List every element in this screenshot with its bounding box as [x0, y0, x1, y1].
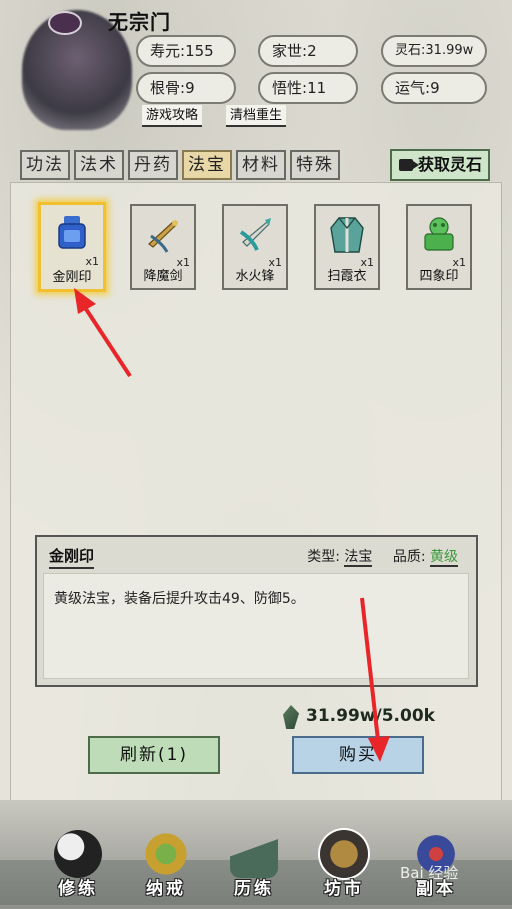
- robe-icon: [330, 217, 364, 253]
- mountain-icon: [230, 830, 278, 878]
- reset-save-link[interactable]: 清档重生: [226, 105, 287, 127]
- stat-label: 根骨: [150, 79, 181, 97]
- sect-emblem-icon: [48, 11, 82, 35]
- get-spirit-stone-button[interactable]: 获取灵石: [390, 149, 490, 181]
- item-name: 金刚印: [52, 270, 92, 285]
- stat-family: 家世:2: [258, 35, 358, 67]
- nav-market[interactable]: 坊市: [312, 830, 376, 900]
- video-camera-icon: [399, 159, 419, 171]
- stat-value: 2: [307, 42, 317, 60]
- stat-lifespan: 寿元:155: [136, 35, 236, 67]
- item-name: 降魔剑: [143, 269, 183, 284]
- game-guide-link[interactable]: 游戏攻略: [142, 105, 203, 127]
- item-detail-panel: 金刚印 类型: 法宝 品质: 黄级 黄级法宝，装备后提升攻击49、防御5。: [35, 535, 478, 687]
- item-name: 水火锋: [235, 269, 275, 284]
- taiji-icon: [54, 830, 102, 878]
- detail-meta: 类型: 法宝 品质: 黄级: [307, 546, 458, 567]
- item-name: 扫霞衣: [327, 269, 367, 284]
- quality-value: 黄级: [430, 549, 458, 567]
- shop-item-water-fire-blade[interactable]: x1 水火锋: [222, 204, 288, 290]
- nav-cultivate[interactable]: 修练: [46, 830, 110, 900]
- tab-spells[interactable]: 法术: [74, 150, 124, 180]
- type-label: 类型:: [307, 549, 340, 565]
- sect-name: 无宗门: [108, 10, 171, 34]
- stat-comprehension: 悟性:11: [258, 72, 358, 104]
- shop-item-demon-sword[interactable]: x1 降魔剑: [130, 204, 196, 290]
- stat-label: 家世: [272, 42, 303, 60]
- stat-label: 灵石: [395, 43, 422, 58]
- refresh-button[interactable]: 刷新(1): [88, 736, 220, 774]
- stat-value: 9: [185, 79, 195, 97]
- nav-training[interactable]: 历练: [222, 830, 286, 900]
- stat-value: 31.99w: [425, 43, 474, 58]
- type-value: 法宝: [344, 549, 373, 567]
- stat-value: 9: [430, 79, 440, 97]
- tab-treasures[interactable]: 法宝: [182, 150, 232, 180]
- item-description: 黄级法宝，装备后提升攻击49、防御5。: [43, 573, 469, 679]
- gold-sword-icon: [148, 220, 178, 253]
- stat-luck: 运气:9: [381, 72, 487, 104]
- tab-special[interactable]: 特殊: [290, 150, 340, 180]
- get-spirit-stone-label: 获取灵石: [418, 155, 483, 174]
- blue-seal-icon: [58, 216, 86, 249]
- ring-icon: [142, 830, 190, 878]
- detail-item-name: 金刚印: [49, 545, 95, 569]
- stat-label: 运气: [395, 79, 426, 97]
- nav-ring[interactable]: 纳戒: [134, 830, 198, 900]
- green-seal-icon: [424, 217, 454, 251]
- tab-techniques[interactable]: 功法: [20, 150, 70, 180]
- quality-label: 品质:: [392, 549, 426, 565]
- stat-value: 155: [185, 42, 214, 60]
- shop-item-vajra-seal[interactable]: x1 金刚印: [38, 202, 106, 292]
- watermark: Bai 经验: [400, 864, 459, 882]
- item-name: 四象印: [419, 269, 459, 284]
- item-cost: 5.00k: [381, 706, 435, 726]
- nav-label: 历练: [234, 879, 274, 899]
- shop-item-cloud-robe[interactable]: x1 扫霞衣: [314, 204, 380, 290]
- stat-value: 11: [307, 79, 327, 97]
- tab-pills[interactable]: 丹药: [128, 150, 178, 180]
- price-display: 31.99w/5.00k: [306, 706, 435, 726]
- stat-bone: 根骨:9: [136, 72, 236, 104]
- category-tabs: 功法 法术 丹药 法宝 材料 特殊: [20, 150, 340, 180]
- stat-label: 悟性: [272, 79, 303, 97]
- stat-spirit-stones: 灵石:31.99w: [381, 35, 487, 67]
- tab-materials[interactable]: 材料: [236, 150, 286, 180]
- shop-item-four-symbols-seal[interactable]: x1 四象印: [406, 204, 472, 290]
- owned-stones: 31.99w: [306, 706, 376, 726]
- stat-label: 寿元: [150, 42, 181, 60]
- nav-label: 纳戒: [146, 879, 186, 899]
- nav-label: 修练: [58, 879, 98, 899]
- buy-button[interactable]: 购买: [292, 736, 424, 774]
- jade-sword-icon: [239, 218, 271, 251]
- nav-label: 坊市: [324, 879, 364, 899]
- cauldron-icon: [320, 830, 368, 878]
